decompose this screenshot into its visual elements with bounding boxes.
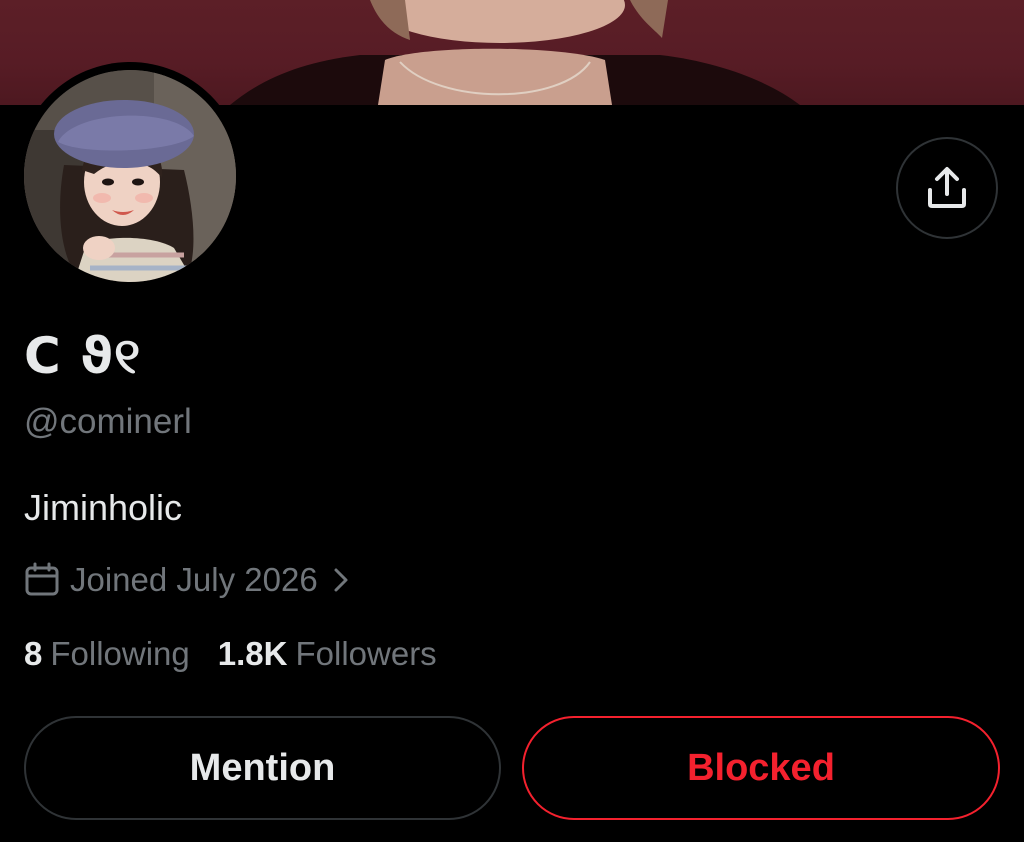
following-label: Following bbox=[50, 635, 190, 672]
avatar-image bbox=[24, 70, 236, 282]
profile-avatar[interactable] bbox=[16, 62, 244, 290]
follow-stats: 8 Following 1.8K Followers bbox=[24, 632, 465, 676]
share-upload-icon bbox=[928, 167, 966, 208]
joined-date-text: Joined July 2026 bbox=[70, 561, 318, 598]
following-count: 8 bbox=[24, 635, 43, 672]
user-handle: @cominerl bbox=[24, 402, 192, 441]
share-profile-button[interactable] bbox=[896, 137, 998, 239]
following-link[interactable]: 8 Following bbox=[24, 632, 190, 676]
followers-count: 1.8K bbox=[217, 635, 288, 672]
blocked-button[interactable]: Blocked bbox=[522, 716, 1000, 820]
chevron-right-icon bbox=[334, 568, 348, 592]
display-name: C ϑ୧ bbox=[24, 327, 142, 385]
followers-label: Followers bbox=[295, 635, 437, 672]
followers-link[interactable]: 1.8K Followers bbox=[218, 632, 437, 676]
calendar-icon bbox=[25, 562, 59, 596]
profile-bio: Jiminholic bbox=[24, 487, 183, 528]
mention-button[interactable]: Mention bbox=[24, 716, 501, 820]
joined-date-row[interactable]: Joined July 2026 bbox=[24, 558, 350, 602]
